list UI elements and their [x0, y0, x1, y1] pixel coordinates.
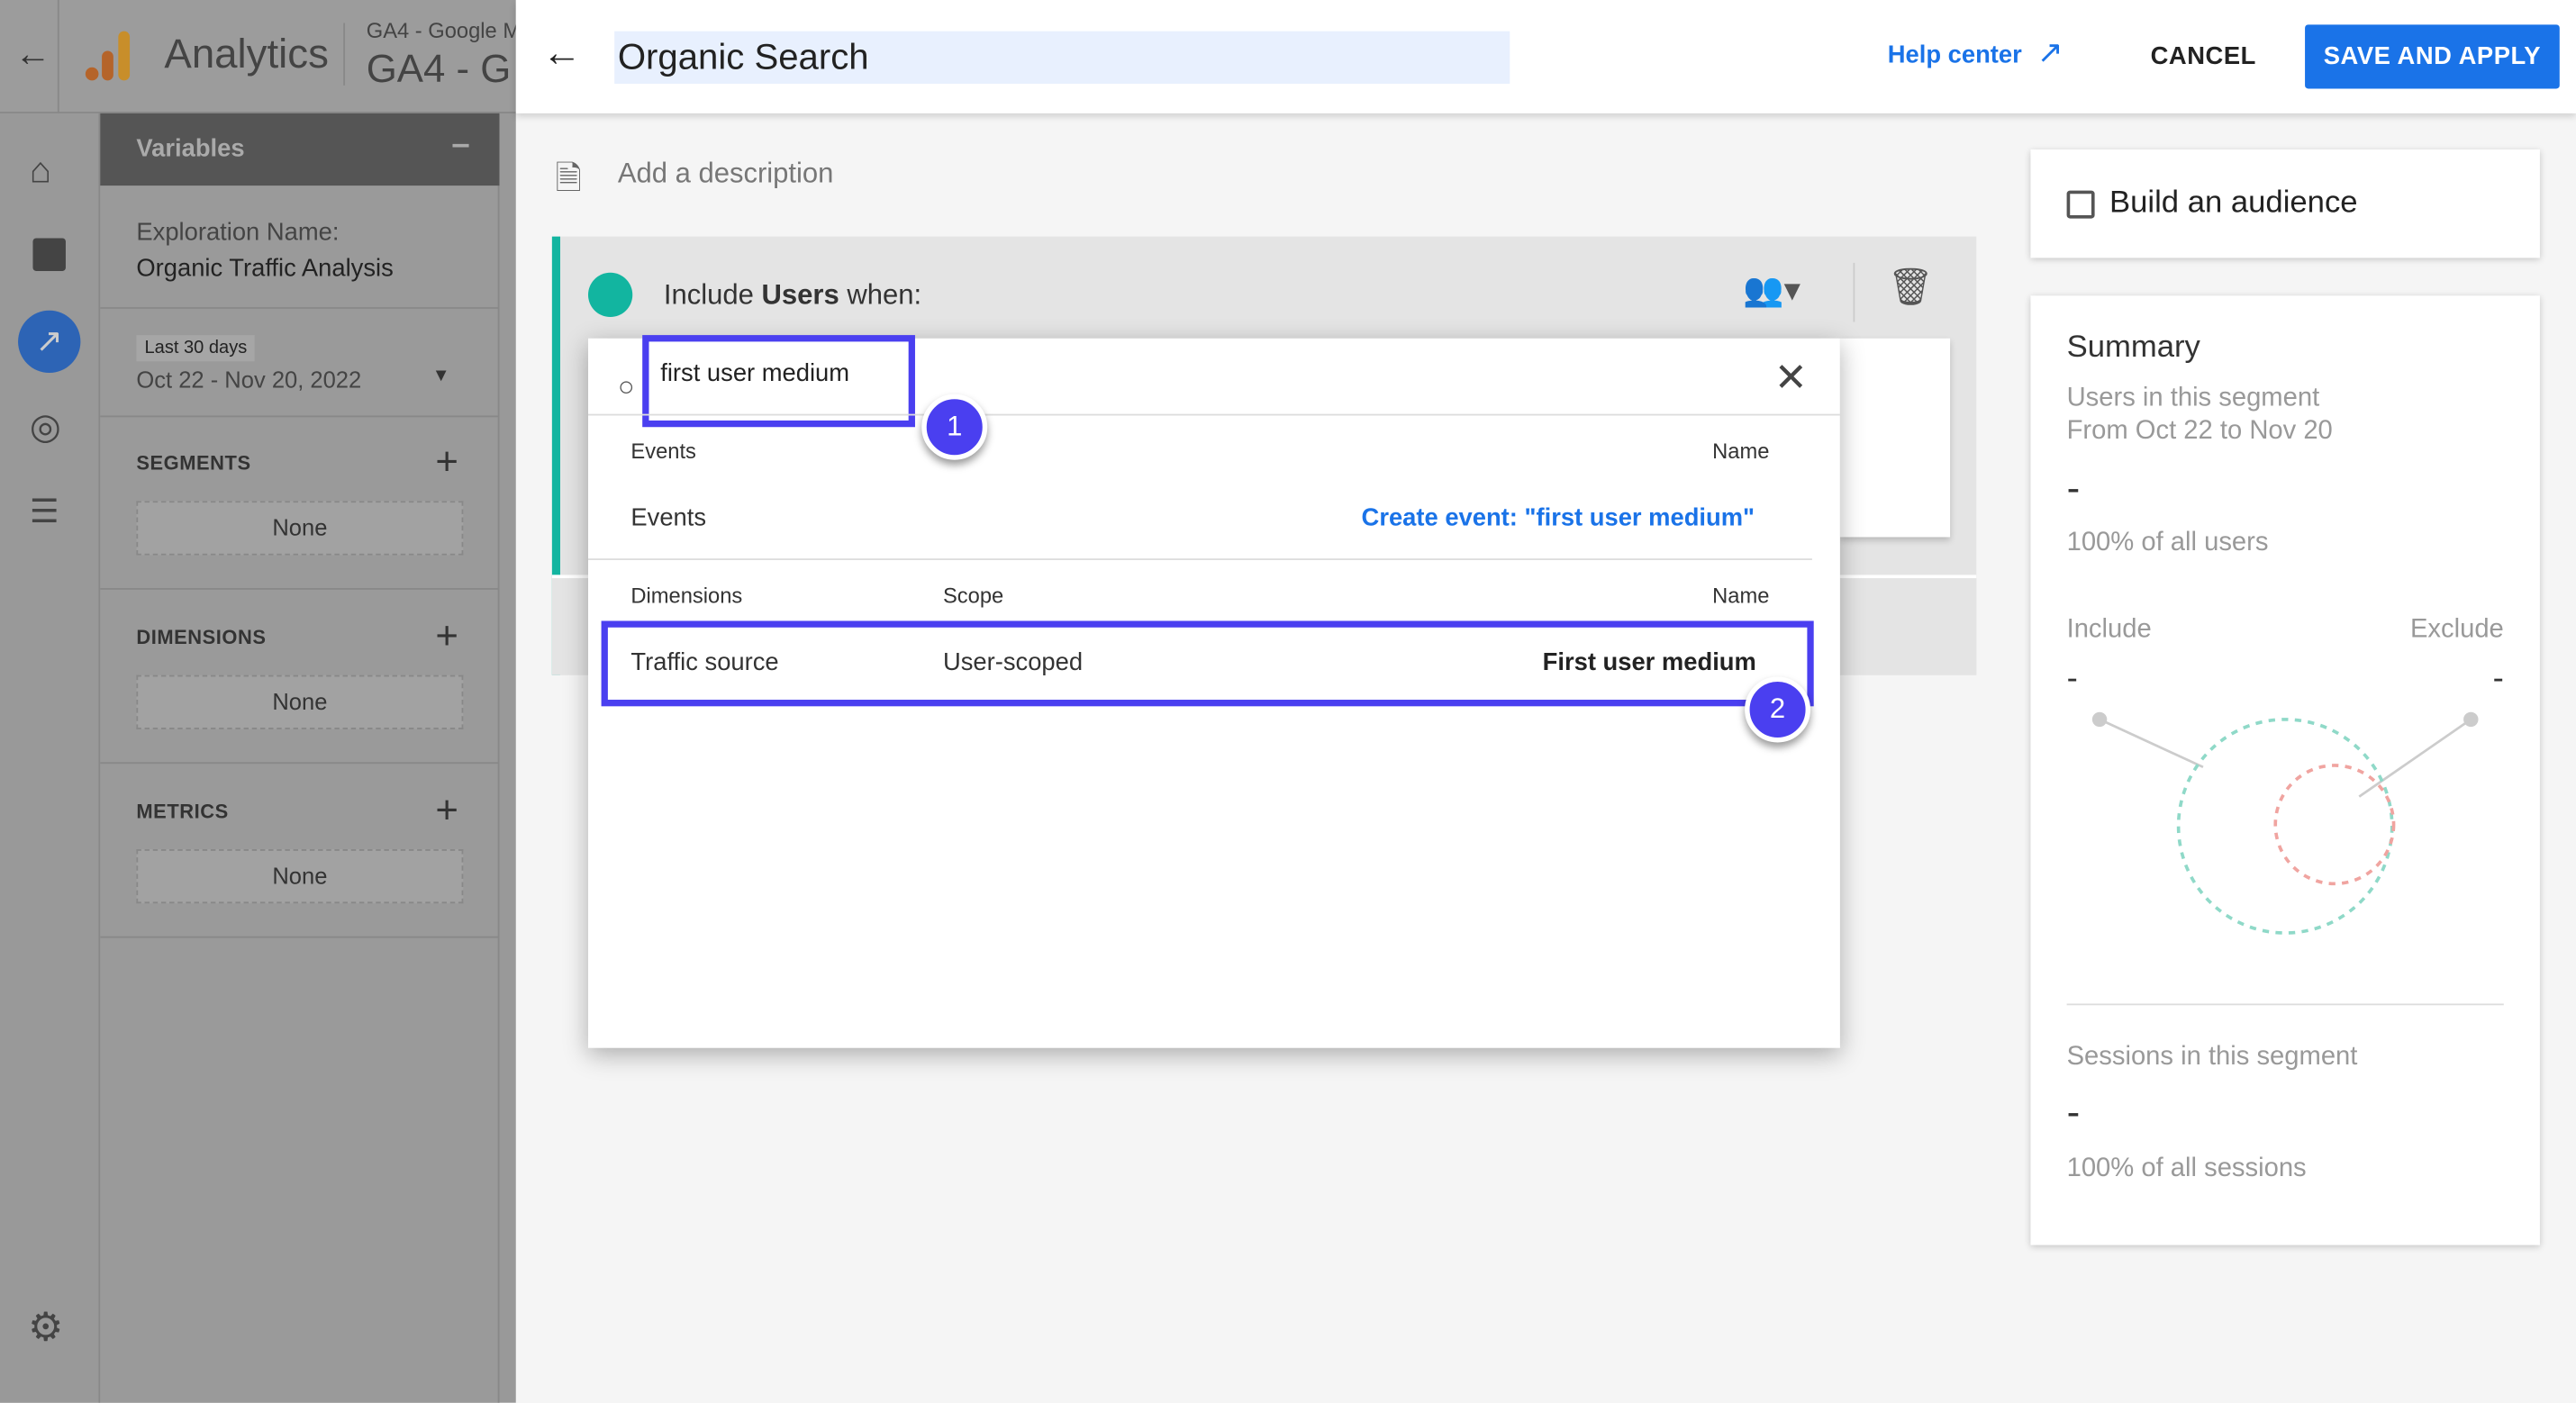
save-and-apply-button[interactable]: SAVE AND APPLY [2305, 24, 2560, 89]
users-value: - [2066, 466, 2081, 511]
row-scope: User-scoped [942, 648, 1084, 677]
dimensions-header: Dimensions [630, 583, 743, 608]
summary-card: Summary Users in this segment From Oct 2… [2030, 295, 2540, 1245]
date-range-selector[interactable]: Oct 22 - Nov 20, 2022 [136, 367, 361, 393]
segment-name-input[interactable]: Organic Search [614, 31, 1510, 85]
scope-selector-icon[interactable]: 👥▾ [1743, 269, 1800, 311]
sessions-pct: 100% of all sessions [2066, 1154, 2307, 1183]
sessions-label: Sessions in this segment [2066, 1043, 2358, 1072]
date-range: From Oct 22 to Nov 20 [2066, 417, 2333, 446]
name-header-2: Name [1712, 583, 1770, 608]
settings-gear-icon[interactable]: ⚙ [28, 1304, 63, 1352]
annotation-badge-2: 2 [1745, 676, 1811, 743]
search-icon: ○ [617, 371, 635, 403]
configure-list-icon[interactable]: ☰ [30, 491, 59, 532]
include-label: Include [663, 279, 754, 311]
collapse-icon[interactable]: – [451, 126, 469, 164]
segment-venn-diagram [2091, 711, 2479, 935]
segment-color-dot [587, 272, 633, 318]
add-dimension-icon[interactable]: + [435, 617, 458, 656]
dimensions-label: DIMENSIONS [136, 625, 267, 649]
add-segment-icon[interactable]: + [435, 443, 458, 483]
annotation-badge-1: 1 [921, 394, 988, 460]
open-external-icon[interactable]: ↗ [2037, 34, 2064, 72]
property-name[interactable]: GA4 - G [367, 48, 512, 94]
scope-header: Scope [942, 583, 1004, 608]
nav-rail: ⌂ ↗ ◎ ☰ ⚙ [0, 113, 101, 1403]
account-name[interactable]: GA4 - Google M [367, 18, 521, 42]
name-header: Name [1712, 439, 1770, 464]
sessions-value: - [2066, 1091, 2081, 1136]
app-name: Analytics [164, 31, 329, 77]
scope-users: Users [761, 279, 839, 311]
metrics-none: None [136, 849, 464, 904]
events-row-label: Events [630, 503, 707, 532]
build-audience-card: Build an audience [2030, 149, 2540, 258]
back-arrow-icon[interactable]: ← [542, 32, 582, 77]
delete-icon[interactable]: 🗑 [1888, 266, 1934, 308]
help-center-link[interactable]: Help center [1888, 41, 2022, 69]
description-icon: 🗎 [555, 160, 582, 197]
advertising-icon[interactable]: ◎ [30, 406, 61, 448]
variables-title: Variables [136, 134, 245, 163]
metrics-label: METRICS [136, 800, 229, 823]
row-name: First user medium [1542, 648, 1756, 677]
analytics-logo-icon [85, 31, 131, 81]
include-value: - [2066, 660, 2078, 697]
dropdown-arrow-icon[interactable]: ▼ [432, 367, 450, 386]
exploration-name-input[interactable]: Organic Traffic Analysis [136, 255, 393, 283]
exploration-label: Exploration Name: [136, 218, 340, 247]
cancel-button[interactable]: CANCEL [2151, 42, 2256, 70]
summary-title: Summary [2066, 330, 2200, 365]
create-event-link[interactable]: Create event: "first user medium" [1362, 504, 1755, 532]
back-arrow-icon[interactable]: ← [14, 32, 50, 75]
close-icon[interactable]: ✕ [1774, 355, 1808, 403]
dimension-row-first-user-medium[interactable]: Traffic source User-scoped First user me… [601, 620, 1814, 707]
row-category: Traffic source [630, 648, 779, 677]
explore-icon[interactable]: ↗ [18, 310, 81, 374]
home-icon[interactable]: ⌂ [30, 149, 51, 192]
description-input[interactable]: Add a description [618, 158, 834, 190]
app-bar: ← Analytics GA4 - Google M GA4 - G [0, 0, 521, 113]
reports-icon[interactable] [32, 238, 66, 271]
when-label: when: [847, 279, 922, 311]
segments-label: SEGMENTS [136, 451, 251, 475]
date-chip: Last 30 days [136, 335, 256, 362]
events-header: Events [630, 439, 696, 464]
exclude-label: Exclude [2409, 616, 2504, 645]
build-audience-label[interactable]: Build an audience [2109, 186, 2358, 222]
include-label: Include [2066, 616, 2152, 645]
dimmed-background: ← Analytics GA4 - Google M GA4 - G ⌂ ↗ ◎… [0, 0, 521, 1403]
add-metric-icon[interactable]: + [435, 791, 458, 830]
users-pct: 100% of all users [2066, 529, 2269, 557]
variables-panel: Variables – Exploration Name: Organic Tra… [100, 113, 500, 1403]
dimension-search-popup: ○ first user medium ✕ Events Name Events… [587, 335, 1840, 1048]
exclude-value: - [2492, 660, 2504, 697]
audience-checkbox[interactable] [2066, 190, 2095, 219]
variables-header: Variables – [100, 113, 500, 186]
segments-none: None [136, 501, 464, 556]
users-label: Users in this segment [2066, 384, 2320, 412]
dimensions-none: None [136, 674, 464, 729]
